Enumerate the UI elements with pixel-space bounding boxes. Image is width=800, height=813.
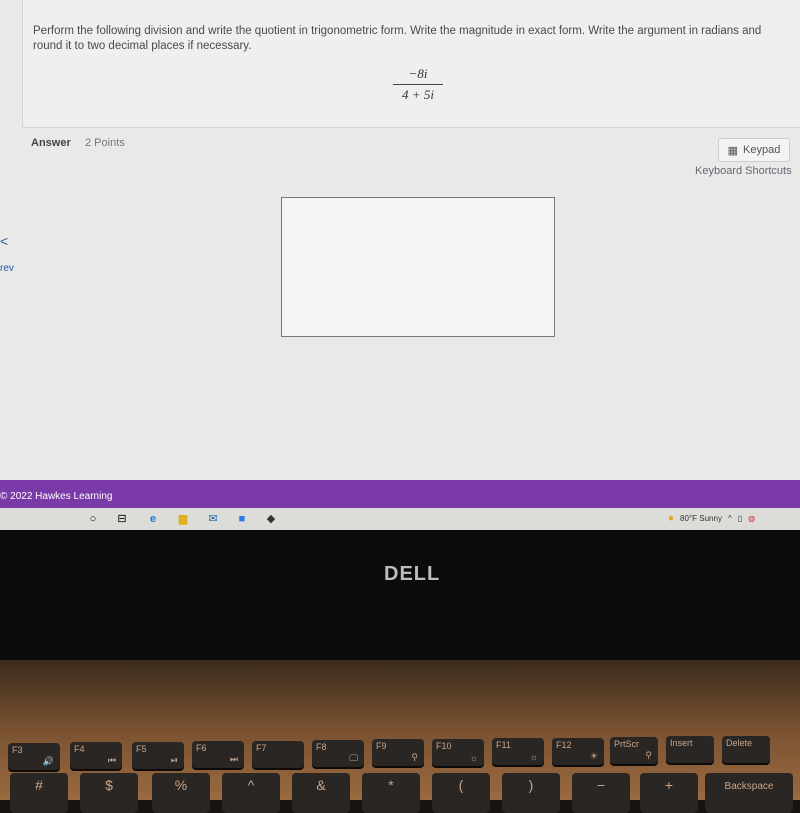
key-icon: 🔊	[42, 756, 54, 766]
key-number-row[interactable]: *	[362, 773, 420, 813]
key-label: F7	[256, 742, 267, 753]
answer-input[interactable]	[281, 197, 555, 337]
key-f12[interactable]: F12 ☀	[552, 737, 604, 765]
key-f4[interactable]: F4 ⏮	[70, 742, 122, 770]
key-icon: ☀	[589, 750, 598, 761]
key-icon: ⏯	[170, 754, 178, 765]
key-icon: ⚲	[411, 752, 418, 763]
mail-icon[interactable]: ✉	[206, 512, 220, 526]
key-f3[interactable]: F3 🔊	[8, 743, 60, 770]
answer-label: Answer	[31, 137, 71, 149]
calculator-icon: ▦	[727, 144, 739, 157]
zoom-icon[interactable]: ■	[235, 512, 249, 526]
weather-widget[interactable]: ● 80°F Sunny ^ ▯ ◍	[668, 513, 755, 524]
key-label: F8	[316, 742, 327, 752]
chevron-up-icon[interactable]: ^	[728, 514, 732, 523]
task-view-icon[interactable]: ⊟	[115, 512, 129, 526]
key-label: F5	[136, 743, 147, 754]
fraction: −8i 4 + 5i	[393, 66, 443, 103]
question-text: Perform the following division and write…	[33, 25, 762, 52]
key-number-row[interactable]: %	[152, 773, 210, 813]
key-label: F12	[556, 739, 572, 750]
key-icon: ☼	[469, 752, 478, 763]
key-number-row[interactable]: ^	[222, 773, 280, 813]
screen: Perform the following division and write…	[0, 0, 800, 530]
sun-icon: ●	[668, 513, 675, 524]
denominator: 4 + 5i	[402, 87, 434, 102]
key-f7[interactable]: F7	[252, 740, 304, 768]
key-f9[interactable]: F9 ⚲	[372, 739, 424, 767]
key-label: F10	[436, 740, 452, 751]
key-number-row[interactable]: #	[10, 773, 68, 813]
question-card: Perform the following division and write…	[22, 0, 800, 128]
keypad-button[interactable]: ▦ Keypad	[718, 138, 790, 162]
key-delete[interactable]: Delete	[722, 735, 770, 763]
keyboard-shortcuts-link[interactable]: Keyboard Shortcuts	[695, 165, 792, 177]
tray-icon[interactable]: ▯	[738, 514, 742, 523]
key-f5[interactable]: F5 ⏯	[132, 741, 184, 769]
footer: © 2022 Hawkes Learning	[0, 480, 800, 508]
file-explorer-icon[interactable]: ▆	[176, 512, 190, 526]
key-icon: ⏮	[107, 755, 116, 766]
dell-logo: DELL	[384, 563, 441, 585]
key-f10[interactable]: F10 ☼	[432, 738, 484, 766]
key-icon: ☼	[529, 752, 538, 763]
key-label: Insert	[670, 738, 693, 749]
key-number-row[interactable]: (	[432, 773, 490, 813]
edge-icon[interactable]: e	[146, 512, 160, 526]
key-f8[interactable]: F8 🖵	[312, 740, 364, 767]
key-number-row[interactable]: +	[640, 773, 698, 813]
key-icon: ⏭	[229, 754, 238, 765]
tray-icon[interactable]: ◍	[748, 514, 755, 523]
key-f6[interactable]: F6 ⏭	[192, 741, 244, 769]
key-label: Delete	[726, 737, 753, 748]
keypad-label: Keypad	[743, 144, 781, 156]
key-label: F9	[376, 741, 387, 752]
key-icon: 🖵	[349, 753, 358, 763]
app-icon[interactable]: ◆	[264, 512, 278, 526]
copyright: © 2022 Hawkes Learning	[0, 491, 113, 502]
weather-text: 80°F Sunny	[680, 514, 722, 523]
key-f11[interactable]: F11 ☼	[492, 738, 544, 766]
key-prtscr[interactable]: PrtScr ⚲	[610, 737, 658, 764]
key-number-row[interactable]: Backspace	[705, 773, 793, 813]
bezel: DELL	[0, 530, 800, 660]
key-number-row[interactable]: $	[80, 773, 138, 813]
key-label: F3	[12, 745, 23, 755]
key-number-row[interactable]: )	[502, 773, 560, 813]
points-label: 2 Points	[85, 137, 125, 149]
search-icon[interactable]: ○	[86, 512, 100, 526]
key-label: F4	[74, 744, 85, 755]
key-number-row[interactable]: &	[292, 773, 350, 813]
key-insert[interactable]: Insert	[666, 736, 714, 764]
key-label: F6	[196, 743, 207, 754]
prev-link[interactable]: rev	[0, 263, 14, 274]
numerator: −8i	[393, 66, 443, 85]
prev-arrow-icon[interactable]: <	[0, 233, 8, 249]
key-label: PrtScr	[614, 739, 640, 749]
key-number-row[interactable]: −	[572, 773, 630, 813]
key-label: F11	[496, 740, 511, 751]
key-icon: ⚲	[645, 750, 652, 760]
